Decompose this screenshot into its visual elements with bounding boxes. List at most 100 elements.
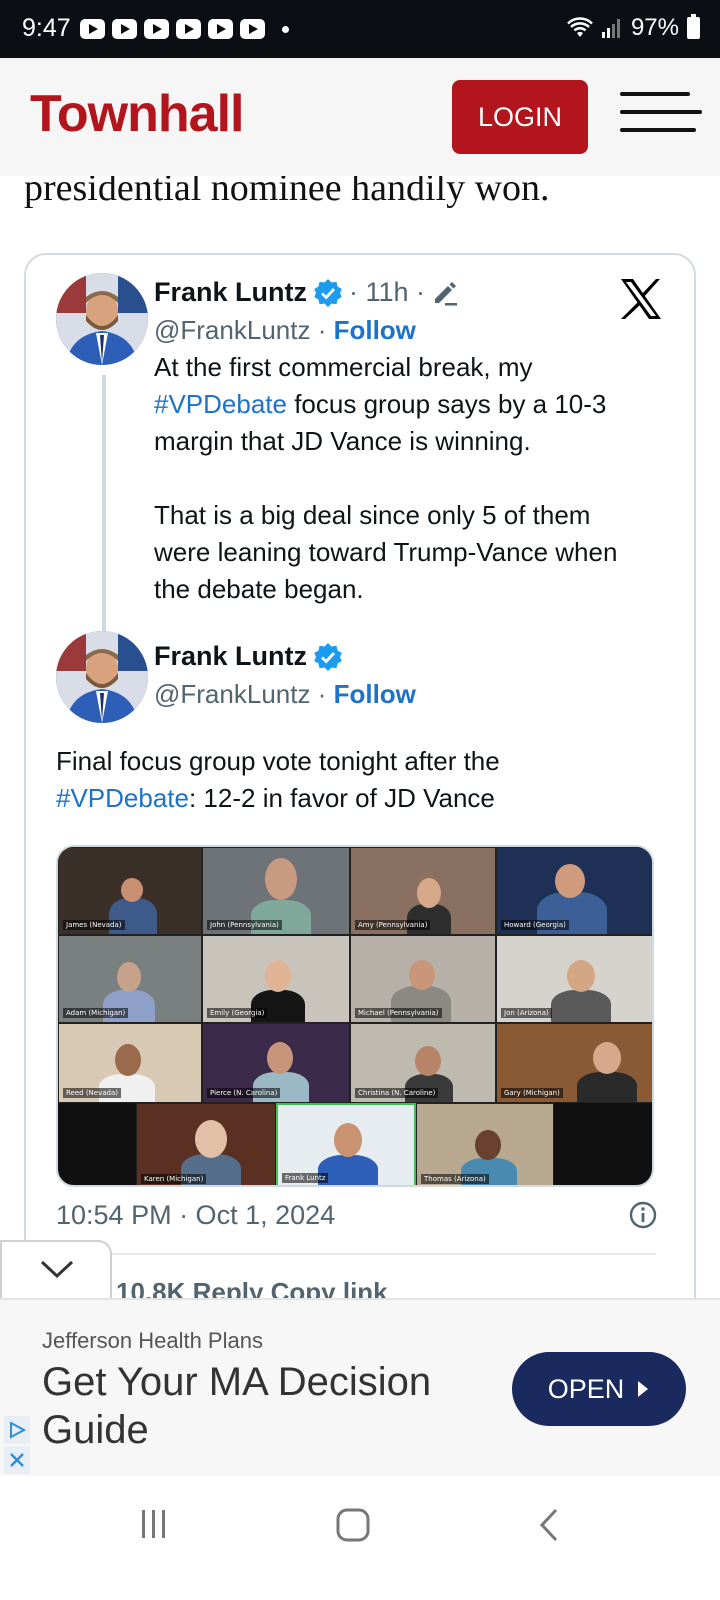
tweet-text-line: Final focus group vote tonight after the bbox=[56, 746, 500, 776]
hashtag-link[interactable]: #VPDebate bbox=[154, 389, 287, 419]
ad-banner[interactable]: Jefferson Health Plans Get Your MA Decis… bbox=[0, 1298, 720, 1476]
ad-open-button[interactable]: OPEN bbox=[512, 1352, 686, 1426]
tweet-text: Final focus group vote tonight after the… bbox=[56, 743, 656, 817]
tweet-text-line: At the first commercial break, my bbox=[154, 352, 533, 382]
x-logo-icon[interactable] bbox=[618, 277, 664, 321]
author-handle[interactable]: @FrankLuntz bbox=[154, 679, 310, 709]
participant-label: Frank Luntz bbox=[282, 1173, 329, 1183]
youtube-notification-icon bbox=[80, 19, 105, 39]
participant-label: Adam (Michigan) bbox=[63, 1008, 129, 1018]
tweet-media-image[interactable]: James (Nevada) John (Pennsylvania) Amy (… bbox=[56, 845, 654, 1187]
status-bar: 9:47 97% bbox=[0, 0, 720, 58]
site-logo[interactable]: Townhall bbox=[30, 84, 244, 144]
close-icon[interactable] bbox=[4, 1446, 30, 1474]
tweet-time[interactable]: · 11h · bbox=[349, 277, 425, 308]
tweet-text-segment: focus group says by a 10-3 bbox=[286, 389, 607, 419]
participant-label: Pierce (N. Carolina) bbox=[207, 1088, 281, 1098]
avatar[interactable] bbox=[56, 273, 148, 365]
divider bbox=[56, 1253, 656, 1255]
status-time: 9:47 bbox=[22, 14, 71, 42]
tweet-embed[interactable]: Frank Luntz · 11h · @FrankLuntz · Follow… bbox=[24, 253, 696, 1353]
profile-photo bbox=[56, 631, 148, 723]
participant-label: Amy (Pennsylvania) bbox=[355, 920, 431, 930]
youtube-notification-icon bbox=[176, 19, 201, 39]
participant-label: Jon (Arizona) bbox=[501, 1008, 552, 1018]
participant-label: Michael (Pennsylvania) bbox=[355, 1008, 442, 1018]
youtube-notification-icon bbox=[208, 19, 233, 39]
follow-button[interactable]: Follow bbox=[334, 679, 416, 709]
follow-button[interactable]: Follow bbox=[334, 315, 416, 345]
collapse-ad-button[interactable] bbox=[0, 1240, 112, 1300]
system-navigation-bar bbox=[0, 1476, 720, 1600]
home-icon[interactable] bbox=[334, 1506, 372, 1544]
participant-label: Emily (Georgia) bbox=[207, 1008, 268, 1018]
menu-icon[interactable] bbox=[620, 92, 702, 136]
ad-headline[interactable]: Get Your MA Decision Guide bbox=[42, 1358, 492, 1454]
verified-icon bbox=[314, 278, 342, 307]
video-tile: Frank Luntz bbox=[276, 1103, 416, 1185]
participant-label: Reed (Nevada) bbox=[63, 1088, 122, 1098]
video-tile: Reed (Nevada) bbox=[58, 1023, 202, 1103]
status-indicators: 97% bbox=[567, 14, 700, 42]
tweet-handle-row: @FrankLuntz · Follow bbox=[154, 679, 416, 710]
hashtag-link[interactable]: #VPDebate bbox=[56, 783, 189, 813]
video-tile: Jon (Arizona) bbox=[496, 935, 652, 1023]
video-tile: John (Pennsylvania) bbox=[202, 847, 350, 935]
tweet-author-row: Frank Luntz · 11h · bbox=[154, 277, 459, 308]
back-icon[interactable] bbox=[536, 1506, 566, 1544]
battery-percent: 97% bbox=[630, 14, 679, 41]
chevron-down-icon bbox=[40, 1260, 74, 1279]
more-notifications-dot bbox=[282, 26, 289, 33]
tweet-author-row: Frank Luntz bbox=[154, 641, 343, 672]
info-icon[interactable] bbox=[628, 1200, 658, 1230]
battery-icon bbox=[687, 14, 700, 39]
ad-advertiser: Jefferson Health Plans bbox=[42, 1328, 263, 1353]
edit-icon bbox=[435, 281, 458, 305]
video-tile: Gary (Michigan) bbox=[496, 1023, 652, 1103]
video-tile: Amy (Pennsylvania) bbox=[350, 847, 496, 935]
youtube-notification-icon bbox=[144, 19, 169, 39]
participant-label: Christina (N. Caroline) bbox=[355, 1088, 439, 1098]
thread-line bbox=[102, 375, 106, 637]
video-tile: Christina (N. Caroline) bbox=[350, 1023, 496, 1103]
tweet-text: At the first commercial break, my #VPDeb… bbox=[154, 349, 674, 608]
adchoices-icon[interactable] bbox=[4, 1416, 30, 1444]
tweet-text-paragraph: That is a big deal since only 5 of them … bbox=[154, 500, 618, 604]
wifi-icon bbox=[567, 17, 593, 37]
signal-icon bbox=[601, 19, 620, 38]
notification-icons bbox=[80, 19, 289, 39]
recents-icon[interactable] bbox=[136, 1506, 172, 1542]
participant-label: Howard (Georgia) bbox=[501, 920, 569, 930]
video-tile: James (Nevada) bbox=[58, 847, 202, 935]
youtube-notification-icon bbox=[240, 19, 265, 39]
site-header: Townhall LOGIN bbox=[0, 58, 720, 176]
video-tile: Emily (Georgia) bbox=[202, 935, 350, 1023]
participant-label: John (Pennsylvania) bbox=[207, 920, 282, 930]
tweet-text-line: #VPDebate: 12-2 in favor of JD Vance bbox=[56, 780, 656, 817]
tweet-text-line: #VPDebate focus group says by a 10-3 bbox=[154, 386, 674, 423]
video-tile: Thomas (Arizona) bbox=[416, 1103, 554, 1185]
tweet-timestamp[interactable]: 10:54 PM · Oct 1, 2024 bbox=[56, 1200, 335, 1231]
author-name[interactable]: Frank Luntz bbox=[154, 277, 307, 308]
video-tile: Michael (Pennsylvania) bbox=[350, 935, 496, 1023]
verified-icon bbox=[314, 642, 342, 671]
profile-photo bbox=[56, 273, 148, 365]
video-tile: Adam (Michigan) bbox=[58, 935, 202, 1023]
ad-open-label: OPEN bbox=[547, 1373, 625, 1404]
separator: · bbox=[310, 679, 334, 709]
author-handle[interactable]: @FrankLuntz bbox=[154, 315, 310, 345]
tweet-handle-row: @FrankLuntz · Follow bbox=[154, 315, 416, 346]
video-tile: Karen (Michigan) bbox=[136, 1103, 276, 1185]
video-tile: Pierce (N. Carolina) bbox=[202, 1023, 350, 1103]
avatar[interactable] bbox=[56, 631, 148, 723]
participant-label: James (Nevada) bbox=[63, 920, 125, 930]
participant-label: Karen (Michigan) bbox=[141, 1174, 207, 1184]
video-tile: Howard (Georgia) bbox=[496, 847, 652, 935]
participant-label: Gary (Michigan) bbox=[501, 1088, 563, 1098]
author-name[interactable]: Frank Luntz bbox=[154, 641, 307, 672]
tweet-text-line: margin that JD Vance is winning. bbox=[154, 426, 531, 456]
play-arrow-icon bbox=[638, 1381, 649, 1397]
login-button[interactable]: LOGIN bbox=[452, 80, 588, 154]
participant-label: Thomas (Arizona) bbox=[421, 1174, 489, 1184]
tweet-text-segment: : 12-2 in favor of JD Vance bbox=[188, 783, 495, 813]
